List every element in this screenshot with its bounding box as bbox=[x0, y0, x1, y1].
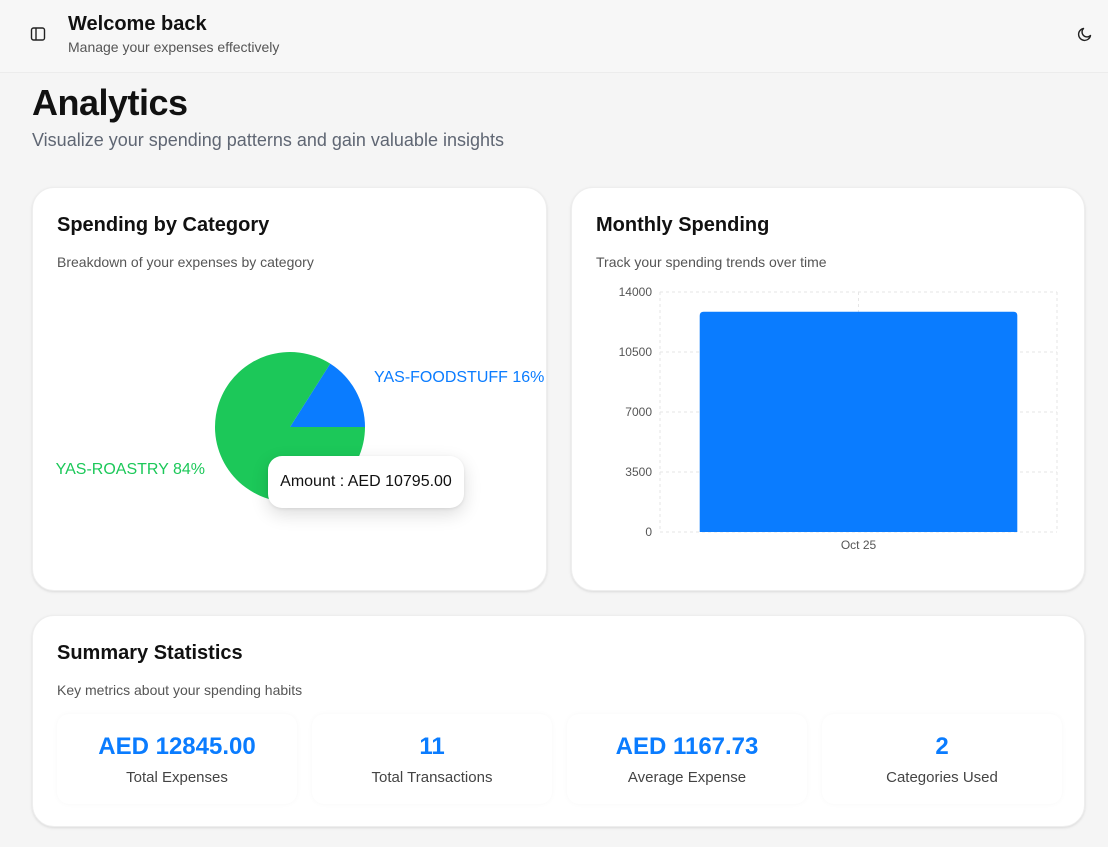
page-title: Analytics bbox=[32, 82, 188, 123]
stat-categories-used: 2 Categories Used bbox=[822, 714, 1062, 804]
sidebar-panel-icon bbox=[30, 27, 46, 41]
stat-label: Total Transactions bbox=[371, 769, 493, 786]
monthly-spending-card: Monthly Spending Track your spending tre… bbox=[571, 187, 1085, 591]
page-subtitle: Visualize your spending patterns and gai… bbox=[32, 130, 504, 150]
y-tick-label: 0 bbox=[645, 525, 652, 539]
stat-value: 2 bbox=[935, 733, 949, 760]
bar-oct-25[interactable] bbox=[699, 311, 1018, 532]
card-description: Key metrics about your spending habits bbox=[57, 682, 303, 698]
welcome-title: Welcome back bbox=[68, 13, 207, 35]
pie-chart: YAS-FOODSTUFF 16% YAS-ROASTRY 84% bbox=[56, 352, 544, 502]
summary-statistics-card: Summary Statistics Key metrics about you… bbox=[32, 615, 1085, 827]
moon-icon bbox=[1077, 27, 1092, 42]
y-tick-label: 3500 bbox=[625, 465, 652, 479]
pie-label-yas-roastry: YAS-ROASTRY 84% bbox=[56, 461, 205, 478]
stat-average-expense: AED 1167.73 Average Expense bbox=[567, 714, 807, 804]
pie-label-yas-foodstuff: YAS-FOODSTUFF 16% bbox=[374, 369, 544, 386]
x-tick-label: Oct 25 bbox=[841, 538, 877, 552]
stat-label: Total Expenses bbox=[126, 769, 228, 786]
sidebar-toggle-button[interactable] bbox=[28, 24, 48, 44]
stat-value: 11 bbox=[419, 733, 445, 760]
pie-tooltip: Amount : AED 10795.00 bbox=[268, 456, 464, 508]
card-description: Breakdown of your expenses by category bbox=[57, 254, 314, 270]
pie-chart-area: YAS-FOODSTUFF 16% YAS-ROASTRY 84% bbox=[33, 188, 548, 592]
stat-value: AED 12845.00 bbox=[98, 733, 256, 760]
stat-label: Categories Used bbox=[886, 769, 998, 786]
y-tick-label: 14000 bbox=[619, 285, 653, 299]
y-tick-label: 10500 bbox=[619, 345, 653, 359]
stat-total-transactions: 11 Total Transactions bbox=[312, 714, 552, 804]
theme-toggle-button[interactable] bbox=[1075, 24, 1095, 44]
card-title: Spending by Category bbox=[57, 214, 270, 236]
card-title: Summary Statistics bbox=[57, 642, 243, 664]
stat-value: AED 1167.73 bbox=[615, 733, 759, 760]
welcome-subtitle: Manage your expenses effectively bbox=[68, 39, 280, 55]
spending-by-category-card: YAS-FOODSTUFF 16% YAS-ROASTRY 84% Spendin… bbox=[32, 187, 547, 591]
y-tick-label: 7000 bbox=[625, 405, 652, 419]
stat-label: Average Expense bbox=[627, 769, 747, 786]
top-bar: Welcome back Manage your expenses effect… bbox=[0, 0, 1108, 73]
stat-total-expenses: AED 12845.00 Total Expenses bbox=[57, 714, 297, 804]
bar-chart: 0 3500 7000 10500 14000 Oct 25 bbox=[619, 285, 1058, 552]
